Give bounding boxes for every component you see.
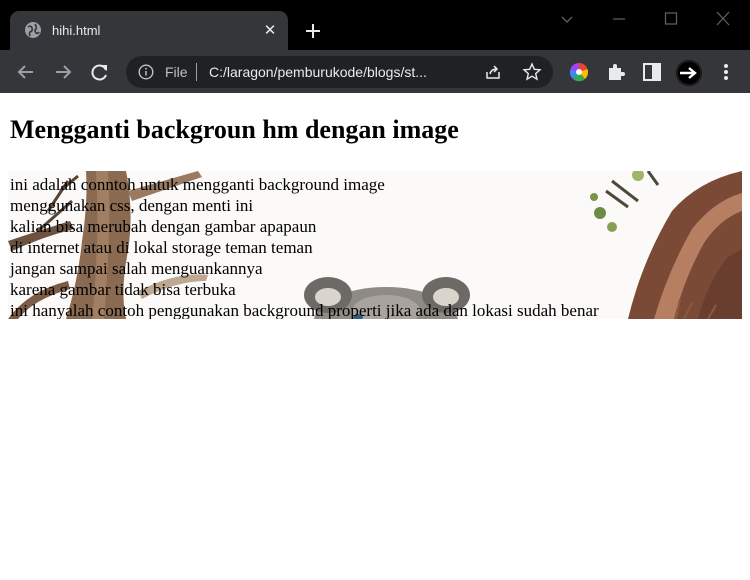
text-line: ini adalah conntoh untuk mengganti backg…	[10, 175, 385, 194]
plus-icon[interactable]	[300, 18, 326, 44]
url-text[interactable]: C:/laragon/pemburukode/blogs/st...	[209, 64, 427, 80]
file-scheme-label: File	[165, 64, 188, 80]
page-heading: Mengganti backgroun hm dengan image	[10, 115, 459, 144]
back-arrow-icon[interactable]	[13, 59, 39, 85]
text-line: kalian bisa merubah dengan gambar apapau…	[10, 217, 317, 236]
window-close-icon[interactable]	[708, 8, 738, 30]
forward-arrow-icon[interactable]	[50, 59, 76, 85]
star-icon[interactable]	[522, 62, 542, 82]
background-image-box: ini adalah conntoh untuk mengganti backg…	[8, 171, 742, 319]
address-separator	[196, 63, 197, 81]
text-line: karena gambar tidak bisa terbuka	[10, 280, 236, 299]
globe-icon	[25, 22, 41, 38]
puzzle-extension-icon[interactable]	[605, 61, 627, 83]
browser-toolbar: File C:/laragon/pemburukode/blogs/st...	[0, 50, 750, 93]
profile-avatar-icon[interactable]	[676, 60, 702, 86]
more-menu-icon[interactable]	[716, 61, 736, 83]
paragraph-text: ini adalah conntoh untuk mengganti backg…	[10, 174, 599, 319]
text-line: di internet atau di lokal storage teman …	[10, 238, 313, 257]
chevron-down-icon[interactable]	[552, 8, 582, 30]
maximize-icon[interactable]	[656, 8, 686, 30]
browser-tab[interactable]: hihi.html ✕	[10, 11, 288, 50]
text-line: jangan sampai salah menguankannya	[10, 259, 263, 278]
close-icon[interactable]: ✕	[260, 20, 280, 40]
minimize-icon[interactable]	[604, 8, 634, 30]
text-line: ini hanyalah contoh penggunakan backgrou…	[10, 301, 599, 319]
side-panel-icon[interactable]	[641, 61, 663, 83]
text-line: menggunakan css, dengan menti ini	[10, 196, 254, 215]
color-wheel-extension-icon[interactable]	[568, 61, 590, 83]
web-page: Mengganti backgroun hm dengan image ini …	[0, 93, 750, 580]
address-bar[interactable]: File C:/laragon/pemburukode/blogs/st...	[126, 56, 553, 88]
browser-title-bar: hihi.html ✕	[0, 0, 750, 50]
share-icon[interactable]	[484, 63, 502, 81]
tab-title: hihi.html	[52, 23, 101, 38]
info-icon[interactable]	[138, 64, 154, 80]
reload-icon[interactable]	[87, 59, 113, 85]
